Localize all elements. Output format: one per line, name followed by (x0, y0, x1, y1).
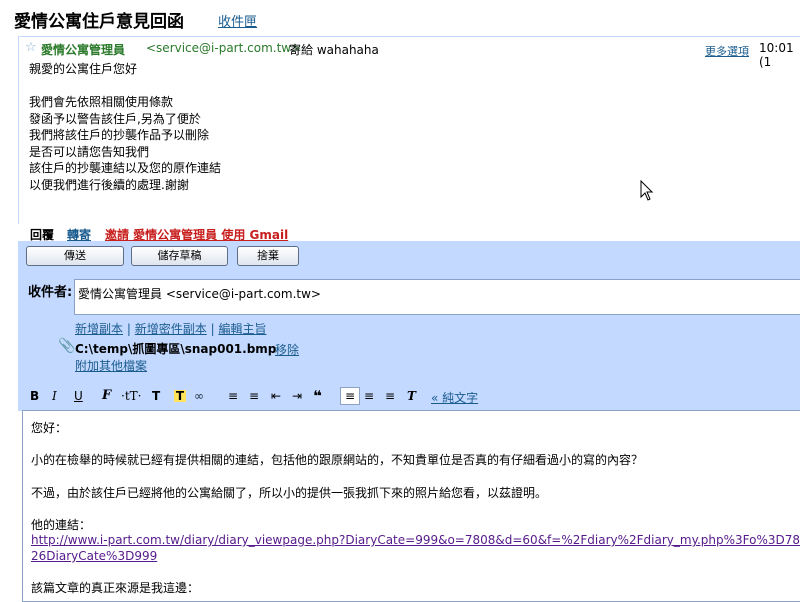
recipient-summary: 寄給 wahahaha (289, 43, 379, 57)
numbered-list-icon[interactable]: ≡ (228, 387, 238, 405)
separator: | (210, 322, 215, 336)
to-field-value: 愛情公寓管理員 <service@i-part.com.tw> (78, 287, 321, 301)
align-right-icon[interactable]: ≡ (385, 387, 395, 405)
editor-greeting: 您好： (31, 421, 68, 435)
editor-link-label: 他的連結： (31, 518, 92, 532)
link-icon[interactable]: ∞ (194, 387, 204, 405)
italic-icon[interactable]: I (52, 387, 57, 405)
body-line: 我們將該住戶的抄襲作品予以刪除 (29, 128, 210, 142)
body-line (29, 78, 221, 95)
body-line: 我們會先依照相關使用條款 (29, 95, 174, 109)
body-line: 是否可以請您告知我們 (29, 144, 150, 159)
inbox-label-link[interactable]: 收件匣 (218, 11, 257, 30)
format-toolbar: B I U F ·tT· T T ∞ ≡ ≡ ⇤ ⇥ ❝ ≡ ≡ ≡ T « 純… (18, 382, 800, 410)
highlight-icon[interactable]: T (174, 390, 186, 402)
save-draft-button[interactable]: 儲存草稿 (131, 246, 228, 266)
email-subject: 愛情公寓住戶意見回函 (14, 12, 184, 32)
body-line: 發函予以警告該住戶,另為了便於 (29, 111, 201, 126)
plain-text-link[interactable]: « 純文字 (431, 389, 478, 406)
message-card: ☆ 愛情公寓管理員 <service@i-part.com.tw> 寄給 wah… (18, 36, 800, 227)
message-editor[interactable]: 您好： 小的在檢舉的時候就已經有提供相關的連結，包括他的跟原網站的，不知貴單位是… (22, 410, 800, 602)
editor-url-link-cont[interactable]: 26DiaryCate%3D999 (31, 549, 157, 563)
body-line: 該住戶的抄襲連結以及您的原作連結 (29, 161, 222, 175)
mouse-cursor-icon (640, 180, 654, 201)
send-button[interactable]: 傳送 (26, 246, 124, 266)
remove-formatting-icon[interactable]: T (407, 387, 416, 405)
recipient-options: 新增副本 | 新增密件副本 | 編輯主旨 (75, 320, 266, 337)
body-line: 親愛的公寓住戶您好 (29, 62, 138, 76)
remove-attachment-link[interactable]: 移除 (275, 341, 299, 358)
editor-url-link[interactable]: http://www.i-part.com.tw/diary/diary_vie… (31, 533, 800, 547)
to-label: 收件者: (28, 285, 73, 300)
to-field[interactable]: 愛情公寓管理員 <service@i-part.com.tw> (74, 279, 800, 315)
editor-paragraph: 小的在檢舉的時候就已經有提供相關的連結，包括他的跟原網站的，不知貴單位是否真的有… (31, 453, 644, 467)
add-bcc-link[interactable]: 新增密件副本 (135, 322, 207, 336)
discard-button[interactable]: 捨棄 (237, 246, 299, 266)
editor-source-label: 該篇文章的真正來源是我這邊： (31, 581, 200, 595)
editor-paragraph: 不過，由於該住戶已經將他的公寓給關了，所以小的提供一張我抓下來的照片給您看，以茲… (31, 486, 548, 500)
outdent-icon[interactable]: ⇤ (271, 387, 281, 405)
quote-icon[interactable]: ❝ (313, 387, 322, 405)
attachment-filename: C:\temp\抓圖專區\snap001.bmp (75, 342, 277, 356)
paperclip-icon: 📎 (58, 338, 76, 354)
reply-bar: 回覆 轉寄 邀請 愛情公寓管理員 使用 Gmail (18, 224, 800, 242)
underline-icon[interactable]: U (74, 387, 83, 405)
align-center-icon[interactable]: ≡ (364, 387, 374, 405)
align-left-icon[interactable]: ≡ (340, 387, 360, 405)
edit-subject-link[interactable]: 編輯主旨 (218, 322, 266, 336)
message-body: 親愛的公寓住戶您好 我們會先依照相關使用條款 發函予以警告該住戶,另為了便於 我… (29, 61, 221, 193)
text-color-icon[interactable]: T (152, 387, 160, 405)
sender-name[interactable]: 愛情公寓管理員 (41, 41, 125, 58)
bullet-list-icon[interactable]: ≡ (249, 387, 259, 405)
attach-another-file-link[interactable]: 附加其他檔案 (75, 357, 147, 374)
subject-bar: 愛情公寓住戶意見回函 收件匣 (0, 0, 800, 34)
more-options-link[interactable]: 更多選項 (705, 43, 749, 59)
message-time: 10:01 (1 (759, 41, 794, 69)
indent-icon[interactable]: ⇥ (292, 387, 302, 405)
separator: | (126, 322, 131, 336)
add-cc-link[interactable]: 新增副本 (75, 322, 123, 336)
font-size-icon[interactable]: ·tT· (121, 387, 141, 405)
sender-email: <service@i-part.com.tw> (146, 41, 302, 55)
font-icon[interactable]: F (102, 387, 111, 405)
bold-icon[interactable]: B (30, 387, 39, 405)
body-line: 以便我們進行後續的處理.謝謝 (29, 177, 189, 192)
star-icon[interactable]: ☆ (25, 40, 37, 55)
